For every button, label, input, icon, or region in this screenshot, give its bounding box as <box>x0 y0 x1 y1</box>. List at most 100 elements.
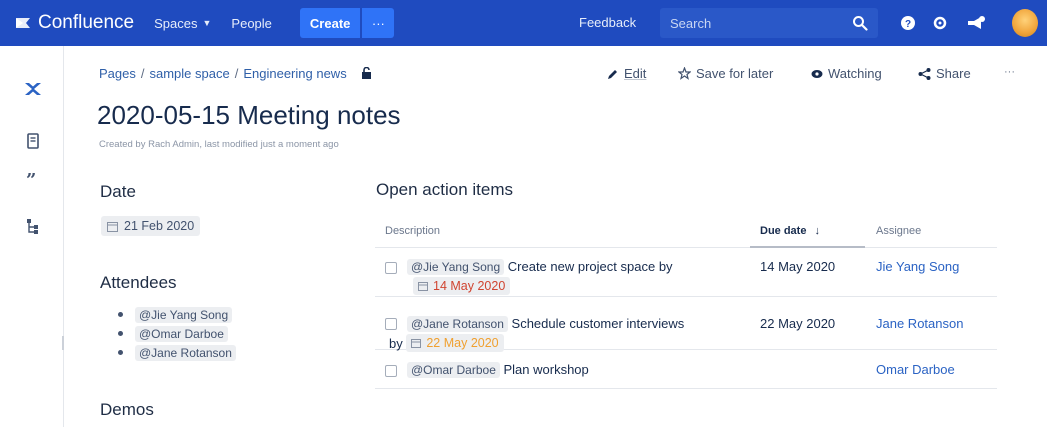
people-label: People <box>231 15 272 31</box>
page-title: 2020-05-15 Meeting notes <box>97 100 401 130</box>
user-mention[interactable]: @Jie Yang Song <box>135 306 233 323</box>
save-for-later-label: Save for later <box>696 66 774 81</box>
user-avatar[interactable] <box>1012 9 1038 37</box>
search-input[interactable]: Search <box>660 8 878 38</box>
inline-due-date: 14 May 2020 <box>433 279 506 293</box>
chevron-down-icon: ▼ <box>202 18 212 28</box>
sort-indicator-underline <box>750 246 865 248</box>
column-header-description[interactable]: Description <box>385 225 440 237</box>
page-tree-icon[interactable] <box>24 217 42 235</box>
star-icon <box>678 67 691 80</box>
svg-text:?: ? <box>905 19 911 30</box>
attendees-heading: Attendees <box>100 273 177 292</box>
by-text: by <box>658 259 673 274</box>
demos-heading: Demos <box>100 400 154 419</box>
breadcrumb: Pages / sample space / Engineering news <box>99 66 372 81</box>
list-item: @Jie Yang Song <box>118 305 236 324</box>
bullet <box>118 331 123 336</box>
action-items-heading: Open action items <box>376 180 514 199</box>
task-checkbox[interactable] <box>385 365 397 377</box>
confluence-logo-icon <box>16 18 30 28</box>
confluence-logo[interactable]: Confluence <box>14 12 134 34</box>
bullet <box>118 312 123 317</box>
assignee-link[interactable]: Jane Rotanson <box>876 316 963 331</box>
table-row: @Jane Rotanson Schedule customer intervi… <box>375 298 997 352</box>
confluence-space-icon[interactable] <box>24 80 42 98</box>
calendar-icon <box>418 282 428 291</box>
svg-text:”: ” <box>26 170 36 188</box>
top-navigation-bar: Confluence Spaces ▼ People Create ··· Fe… <box>0 0 1047 46</box>
inline-due-date: 22 May 2020 <box>426 336 499 350</box>
table-header: Description Due date ↓ Assignee <box>375 212 997 248</box>
page-byline: Created by Rach Admin, last modified jus… <box>99 139 339 150</box>
task-checkbox[interactable] <box>385 318 397 330</box>
breadcrumb-parent-page[interactable]: Engineering news <box>243 66 346 81</box>
more-actions-button[interactable]: ··· <box>1004 66 1015 78</box>
assignee-link[interactable]: Jie Yang Song <box>876 259 959 274</box>
table-row: @Omar Darboe Plan workshop Omar Darboe <box>375 351 997 389</box>
date-heading: Date <box>100 182 136 201</box>
spaces-label: Spaces <box>154 15 198 31</box>
edit-button[interactable]: Edit <box>607 66 646 81</box>
table-row: @Jie Yang Song Create new project space … <box>375 249 997 297</box>
calendar-icon <box>107 221 118 232</box>
sort-descending-icon: ↓ <box>814 225 821 237</box>
user-mention[interactable]: @Omar Darboe <box>135 325 228 342</box>
task-text: Create new project space <box>507 259 656 274</box>
inline-due-date-lozenge[interactable]: 22 May 2020 <box>406 334 504 352</box>
help-icon[interactable]: ? <box>898 13 918 33</box>
task-description: @Omar Darboe Plan workshop <box>407 360 747 380</box>
breadcrumb-space[interactable]: sample space <box>150 66 230 81</box>
restrictions-lock-icon[interactable] <box>361 67 372 80</box>
assignee-link[interactable]: Omar Darboe <box>876 362 955 377</box>
list-item: @Jane Rotanson <box>118 343 236 362</box>
inline-due-date-lozenge[interactable]: 14 May 2020 <box>413 277 511 295</box>
people-link[interactable]: People <box>231 16 271 31</box>
share-icon <box>918 67 931 80</box>
by-text: by <box>389 336 403 351</box>
date-lozenge[interactable]: 21 Feb 2020 <box>101 216 201 236</box>
watching-label: Watching <box>828 66 882 81</box>
search-placeholder: Search <box>670 15 712 31</box>
column-header-assignee[interactable]: Assignee <box>876 225 921 237</box>
user-mention[interactable]: @Jie Yang Song <box>407 259 505 275</box>
due-date-label: Due date <box>760 225 807 237</box>
eye-icon <box>811 69 823 78</box>
left-sidebar-rail: ” <box>0 46 64 427</box>
pages-icon[interactable] <box>24 132 42 150</box>
user-mention[interactable]: @Omar Darboe <box>407 362 500 378</box>
task-description: @Jie Yang Song Create new project space … <box>407 257 747 297</box>
bullet <box>118 350 123 355</box>
due-date-cell: 22 May 2020 <box>760 316 836 331</box>
breadcrumb-separator: / <box>140 66 145 81</box>
create-button[interactable]: Create <box>299 8 361 38</box>
feedback-link[interactable]: Feedback <box>579 15 636 30</box>
user-mention[interactable]: @Jane Rotanson <box>135 344 236 361</box>
task-text: Plan workshop <box>503 362 589 377</box>
task-description: @Jane Rotanson Schedule customer intervi… <box>389 314 747 354</box>
blog-quote-icon[interactable]: ” <box>24 170 42 188</box>
column-header-due-date[interactable]: Due date ↓ <box>760 225 820 237</box>
attendees-list: @Jie Yang Song @Omar Darboe @Jane Rotans… <box>118 305 236 362</box>
notifications-megaphone-icon[interactable] <box>966 13 986 33</box>
list-item: @Omar Darboe <box>118 324 236 343</box>
create-more-button[interactable]: ··· <box>362 8 395 38</box>
breadcrumb-separator: / <box>234 66 239 81</box>
search-icon <box>853 16 868 31</box>
share-button[interactable]: Share <box>918 66 971 81</box>
task-checkbox[interactable] <box>385 262 397 274</box>
user-mention[interactable]: @Jane Rotanson <box>407 316 508 332</box>
save-for-later-button[interactable]: Save for later <box>678 66 773 81</box>
date-value: 21 Feb 2020 <box>124 219 195 233</box>
due-date-cell: 14 May 2020 <box>760 259 836 274</box>
settings-gear-icon[interactable] <box>930 13 950 33</box>
sidebar-resize-handle[interactable] <box>62 336 64 350</box>
spaces-menu[interactable]: Spaces ▼ <box>154 16 211 31</box>
logo-text: Confluence <box>38 12 135 33</box>
action-items-table: Description Due date ↓ Assignee @Jie Yan… <box>375 212 997 389</box>
share-label: Share <box>936 66 971 81</box>
edit-label: Edit <box>624 66 647 81</box>
watching-button[interactable]: Watching <box>811 66 882 81</box>
pencil-icon <box>608 69 617 79</box>
breadcrumb-pages[interactable]: Pages <box>99 66 136 81</box>
